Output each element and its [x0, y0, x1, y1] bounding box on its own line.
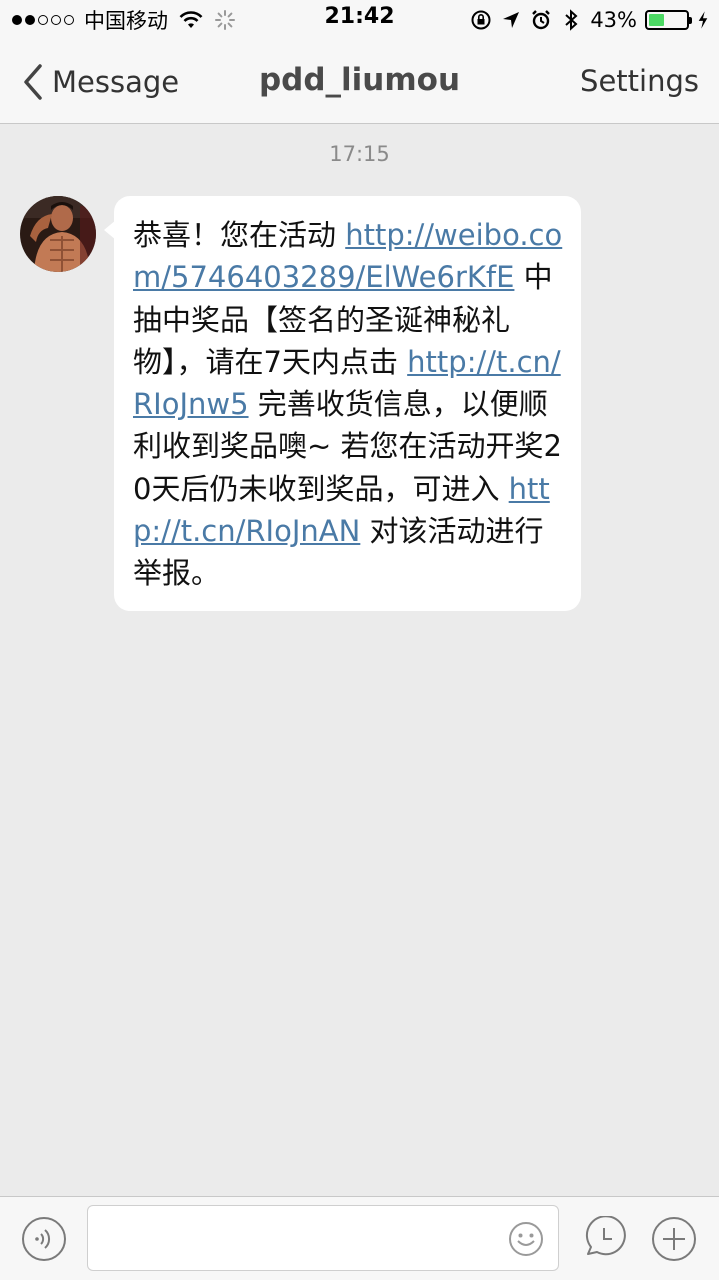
orientation-lock-icon [471, 10, 491, 30]
message-bubble: 恭喜！您在活动 http://weibo.com/5746403289/ElWe… [104, 196, 581, 611]
battery-percent: 43% [590, 8, 637, 32]
status-bar: 中国移动 21:42 43% [0, 0, 719, 40]
plus-icon[interactable] [651, 1216, 697, 1262]
chat-screen: 中国移动 21:42 43% Message pdd_liumou Settin… [0, 0, 719, 1280]
navigation-bar: Message pdd_liumou Settings [0, 40, 719, 124]
status-right: 43% [470, 6, 709, 34]
battery-level [649, 14, 665, 26]
avatar[interactable] [20, 196, 96, 272]
clock-icon[interactable] [580, 1216, 626, 1262]
avatar-image [20, 196, 96, 272]
charging-icon [698, 11, 708, 29]
message-text: 恭喜！您在活动 [133, 218, 346, 252]
message-input[interactable] [87, 1205, 559, 1271]
alarm-icon [532, 10, 551, 30]
bluetooth-icon [565, 9, 578, 31]
input-bar [0, 1196, 719, 1280]
smiley-icon[interactable] [508, 1221, 544, 1257]
location-icon [503, 12, 520, 28]
settings-button[interactable]: Settings [580, 64, 699, 98]
message-timestamp: 17:15 [329, 142, 390, 166]
battery-icon [645, 10, 692, 30]
voice-icon[interactable] [21, 1216, 67, 1262]
